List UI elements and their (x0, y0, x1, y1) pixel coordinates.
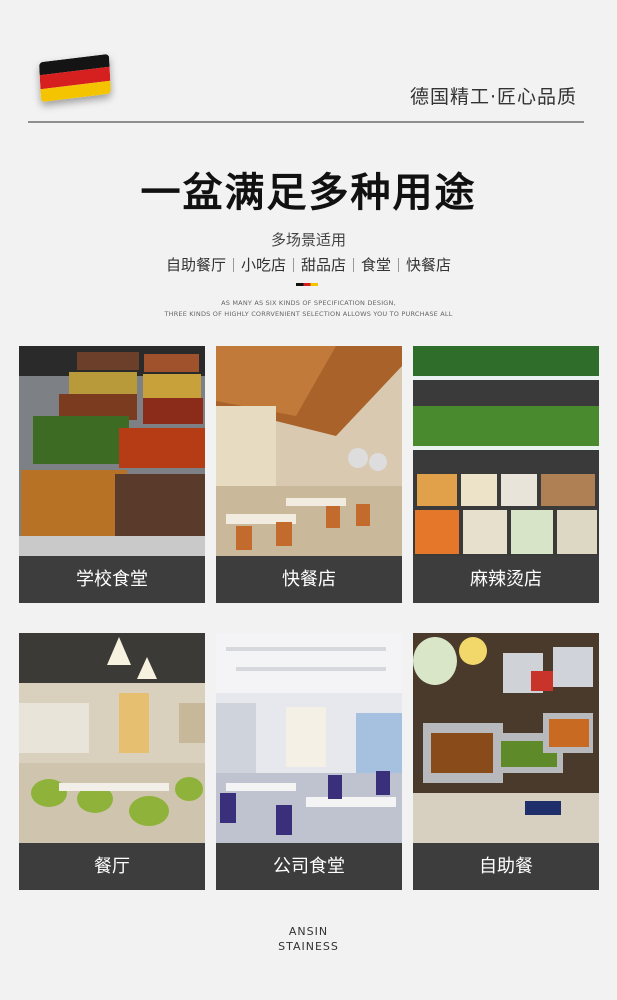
scene-item: 小吃店 (240, 256, 286, 274)
scene-card-label: 自助餐 (413, 843, 599, 890)
scene-card-label: 公司食堂 (216, 843, 402, 890)
buffet-trays-photo (19, 346, 205, 556)
vegetable-display-photo (413, 346, 599, 556)
scene-card-buffet[interactable]: 自助餐 (413, 633, 599, 890)
scene-card-school-canteen[interactable]: 学校食堂 (19, 346, 205, 603)
germany-flag-icon (39, 53, 111, 103)
english-caption: AS MANY AS SIX KINDS OF SPECIFICATION DE… (164, 299, 453, 318)
scene-card-fast-food[interactable]: 快餐店 (216, 346, 402, 603)
header-divider (28, 121, 584, 123)
scene-item: 自助餐厅 (165, 256, 226, 274)
brand-tagline: 德国精工·匠心品质 (409, 86, 577, 108)
scene-card-label: 快餐店 (216, 556, 402, 603)
company-canteen-photo (216, 633, 402, 843)
scene-card-company-canteen[interactable]: 公司食堂 (216, 633, 402, 890)
fast-food-interior-photo (216, 346, 402, 556)
brand-name-line2: STAINESS (278, 940, 339, 953)
page-title: 一盆满足多种用途 (140, 170, 477, 216)
scene-card-label: 餐厅 (19, 843, 205, 890)
scene-card-label: 学校食堂 (19, 556, 205, 603)
page-subtitle: 多场景适用 (270, 231, 346, 249)
scene-card-label: 麻辣烫店 (413, 556, 599, 603)
restaurant-interior-photo (19, 633, 205, 843)
scene-item: 食堂 (361, 256, 392, 274)
accent-bar (296, 283, 318, 286)
brand-name-line1: ANSIN (288, 925, 329, 938)
scene-card-restaurant[interactable]: 餐厅 (19, 633, 205, 890)
buffet-chafing-dish-photo (413, 633, 599, 843)
scene-item: 甜品店 (300, 256, 346, 274)
scene-item: 快餐店 (406, 256, 452, 274)
scene-card-malatang[interactable]: 麻辣烫店 (413, 346, 599, 603)
brand-footer: ANSIN STAINESS (0, 924, 617, 954)
scene-list: 自助餐厅 小吃店 甜品店 食堂 快餐店 (0, 254, 617, 275)
